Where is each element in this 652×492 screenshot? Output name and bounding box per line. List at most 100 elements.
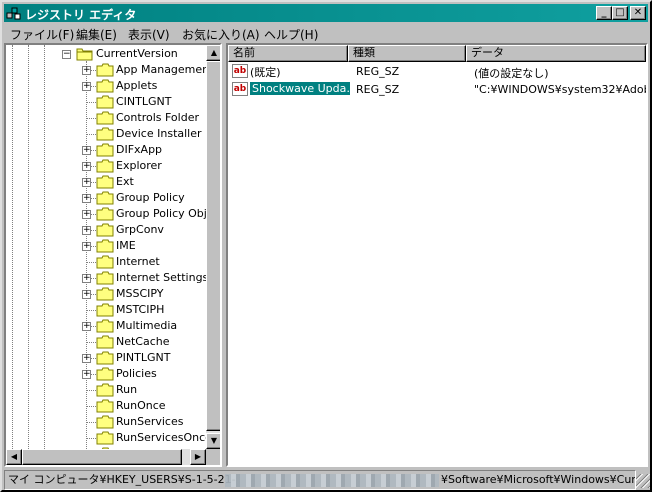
tree-item[interactable]: + App Management bbox=[82, 62, 213, 78]
tree-item[interactable]: Run bbox=[82, 382, 206, 398]
tree-horizontal-scrollbar[interactable]: ◀ ▶ bbox=[6, 449, 206, 465]
tree-item-label: CINTLGNT bbox=[116, 95, 172, 108]
tree-item-label: IME bbox=[116, 239, 136, 252]
menu-edit[interactable]: 編集(E) bbox=[76, 26, 117, 43]
column-header-type[interactable]: 種類 bbox=[348, 45, 466, 62]
tree-item[interactable]: Device Installer bbox=[82, 126, 206, 142]
tree-item-label: NetCache bbox=[116, 335, 170, 348]
tree-guide-line bbox=[44, 45, 45, 465]
tree-item[interactable]: + Group Policy bbox=[82, 190, 206, 206]
value-list-pane[interactable]: 名前 種類 データ ab (既定) REG_SZ (値の設定なし) ab Sho… bbox=[226, 43, 648, 467]
tree-vertical-scrollbar[interactable]: ▲ ▼ bbox=[206, 45, 220, 449]
expand-icon[interactable]: + bbox=[82, 322, 91, 331]
tree-item-label: Internet bbox=[116, 255, 160, 268]
tree-item[interactable]: Controls Folder bbox=[82, 110, 206, 126]
registry-editor-icon bbox=[6, 7, 21, 20]
tree-item[interactable]: + Ext bbox=[82, 174, 206, 190]
expand-icon[interactable]: + bbox=[82, 242, 91, 251]
scroll-up-arrow-icon[interactable]: ▲ bbox=[206, 45, 220, 61]
expand-icon[interactable]: + bbox=[82, 354, 91, 363]
value-name: Shockwave Upda… bbox=[250, 82, 350, 95]
value-data: (値の設定なし) bbox=[474, 67, 549, 80]
folder-icon bbox=[96, 239, 114, 253]
expand-icon[interactable]: + bbox=[82, 82, 91, 91]
tree-item-label: MSTCIPH bbox=[116, 303, 165, 316]
expand-icon[interactable]: + bbox=[82, 290, 91, 299]
maximize-button[interactable]: □ bbox=[612, 6, 628, 20]
tree-item[interactable]: CINTLGNT bbox=[82, 94, 206, 110]
tree-item-label: Group Policy bbox=[116, 191, 185, 204]
tree-item-label: Controls Folder bbox=[116, 111, 199, 124]
key-tree-pane[interactable]: − CurrentVersion + App Management + Applets… bbox=[4, 43, 222, 467]
expand-icon[interactable]: + bbox=[82, 370, 91, 379]
tree-item[interactable]: + Explorer bbox=[82, 158, 206, 174]
column-header-data[interactable]: データ bbox=[466, 45, 646, 62]
tree-item[interactable]: RunOnce bbox=[82, 398, 206, 414]
expand-icon[interactable]: + bbox=[82, 66, 91, 75]
scroll-corner bbox=[206, 449, 220, 465]
tree-item[interactable]: NetCache bbox=[82, 334, 206, 350]
tree-item[interactable]: RunServices bbox=[82, 414, 206, 430]
minimize-button[interactable]: _ bbox=[596, 6, 612, 20]
expand-icon[interactable]: + bbox=[82, 178, 91, 187]
value-type: REG_SZ bbox=[356, 65, 400, 78]
column-header-name[interactable]: 名前 bbox=[228, 45, 348, 62]
menu-view[interactable]: 表示(V) bbox=[128, 26, 170, 43]
tree-item[interactable]: + IME bbox=[82, 238, 206, 254]
tree-item-label: RunServices bbox=[116, 415, 184, 428]
expand-icon[interactable]: + bbox=[82, 194, 91, 203]
tree-item[interactable]: + PINTLGNT bbox=[82, 350, 206, 366]
registry-editor-window: レジストリ エディタ _ □ ✕ ファイル(F) 編集(E) 表示(V) お気に… bbox=[0, 0, 652, 492]
expand-icon[interactable]: + bbox=[82, 146, 91, 155]
folder-icon bbox=[96, 207, 114, 221]
tree-item[interactable]: Internet bbox=[82, 254, 206, 270]
tree-item[interactable]: + MSSCIPY bbox=[82, 286, 206, 302]
scroll-thumb[interactable] bbox=[206, 61, 220, 431]
folder-icon bbox=[96, 175, 114, 189]
expand-icon[interactable]: + bbox=[82, 274, 91, 283]
expand-icon[interactable]: + bbox=[82, 210, 91, 219]
tree-item[interactable]: + Policies bbox=[82, 366, 206, 382]
resize-grip[interactable] bbox=[636, 474, 650, 488]
folder-icon bbox=[96, 351, 114, 365]
value-type: REG_SZ bbox=[356, 83, 400, 96]
window-title: レジストリ エディタ bbox=[25, 8, 137, 22]
tree-item-label: RunOnce bbox=[116, 399, 166, 412]
value-row-shockwave[interactable]: ab Shockwave Upda… REG_SZ "C:¥WINDOWS¥sy… bbox=[230, 81, 646, 98]
tree-item[interactable]: MSTCIPH bbox=[82, 302, 206, 318]
folder-icon bbox=[96, 383, 114, 397]
tree-item[interactable]: + Internet Settings bbox=[82, 270, 208, 286]
tree-item[interactable]: + Applets bbox=[82, 78, 206, 94]
string-value-icon: ab bbox=[232, 64, 248, 78]
close-button[interactable]: ✕ bbox=[630, 6, 646, 20]
collapse-icon[interactable]: − bbox=[62, 50, 71, 59]
expand-icon[interactable]: + bbox=[82, 226, 91, 235]
tree-item-label: PINTLGNT bbox=[116, 351, 171, 364]
menu-file[interactable]: ファイル(F) bbox=[10, 26, 74, 43]
tree-item[interactable]: + Multimedia bbox=[82, 318, 206, 334]
value-row-default[interactable]: ab (既定) REG_SZ (値の設定なし) bbox=[230, 63, 646, 80]
tree-item[interactable]: + Group Policy Obje bbox=[82, 206, 214, 222]
folder-icon bbox=[96, 335, 114, 349]
tree-item-label: Applets bbox=[116, 79, 158, 92]
scroll-down-arrow-icon[interactable]: ▼ bbox=[206, 433, 220, 449]
folder-icon bbox=[96, 287, 114, 301]
tree-item-label: MSSCIPY bbox=[116, 287, 164, 300]
scroll-right-arrow-icon[interactable]: ▶ bbox=[190, 449, 206, 465]
tree-item[interactable]: + GrpConv bbox=[82, 222, 206, 238]
title-bar[interactable]: レジストリ エディタ _ □ ✕ bbox=[4, 4, 648, 22]
scroll-left-arrow-icon[interactable]: ◀ bbox=[6, 449, 22, 465]
expand-icon[interactable]: + bbox=[82, 162, 91, 171]
redacted-sid bbox=[225, 474, 439, 487]
folder-icon bbox=[96, 127, 114, 141]
folder-icon bbox=[96, 255, 114, 269]
tree-item[interactable]: RunServicesOnce bbox=[82, 430, 212, 446]
tree-item[interactable]: + DIFxApp bbox=[82, 142, 206, 158]
scroll-thumb[interactable] bbox=[22, 449, 182, 465]
menu-favorites[interactable]: お気に入り(A) bbox=[182, 26, 260, 43]
tree-guide-line bbox=[12, 45, 13, 465]
tree-item-label: Explorer bbox=[116, 159, 162, 172]
tree-item-currentversion[interactable]: − CurrentVersion bbox=[62, 46, 212, 62]
menu-help[interactable]: ヘルプ(H) bbox=[264, 26, 318, 43]
status-bar: マイ コンピュータ¥HKEY_USERS¥S-1-5-21- ¥Software… bbox=[4, 470, 636, 490]
